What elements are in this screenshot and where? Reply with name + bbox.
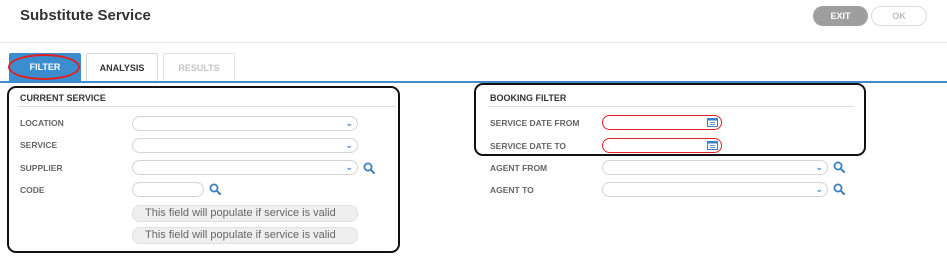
search-icon[interactable] — [833, 183, 845, 195]
ok-button[interactable]: OK — [871, 6, 927, 26]
tab-analysis[interactable]: ANALYSIS — [86, 53, 158, 81]
agent-to-label: AGENT TO — [490, 185, 534, 195]
exit-button[interactable]: EXIT — [813, 6, 868, 26]
booking-filter-highlight-box — [474, 83, 866, 156]
agent-from-label: AGENT FROM — [490, 163, 548, 173]
tab-filter-highlight — [8, 54, 80, 80]
current-service-highlight-box — [7, 86, 400, 253]
page-title: Substitute Service — [20, 7, 151, 24]
header-divider — [0, 42, 947, 43]
chevron-down-icon: ⌄ — [815, 184, 823, 194]
chevron-down-icon: ⌄ — [815, 162, 823, 172]
agent-from-select[interactable]: ⌄ — [602, 160, 828, 175]
search-icon[interactable] — [833, 161, 845, 173]
tab-results: RESULTS — [163, 53, 235, 81]
agent-to-select[interactable]: ⌄ — [602, 182, 828, 197]
